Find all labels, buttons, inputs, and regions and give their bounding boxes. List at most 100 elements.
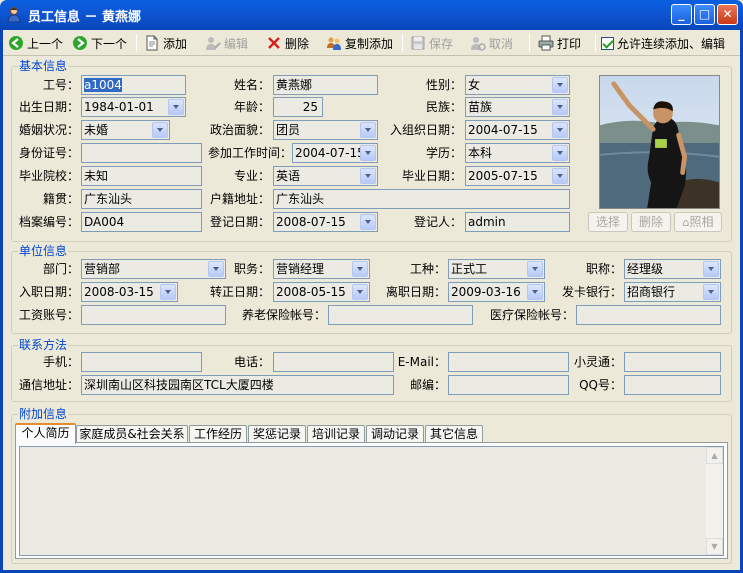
checkbox-checked-icon[interactable] xyxy=(601,36,614,50)
major-select[interactable]: 英语 xyxy=(273,166,378,186)
resume-textarea[interactable]: ▲ ▼ xyxy=(19,446,724,556)
vertical-scrollbar[interactable]: ▲ ▼ xyxy=(706,447,723,555)
prev-button[interactable]: 上一个 xyxy=(8,33,63,53)
grad-value: 2005-07-15 xyxy=(468,169,538,183)
post-select[interactable]: 营销经理 xyxy=(273,259,370,279)
chevron-down-icon[interactable] xyxy=(208,261,224,277)
chevron-down-icon[interactable] xyxy=(527,284,543,300)
cancel-button[interactable]: 取消 xyxy=(470,33,513,53)
chevron-down-icon[interactable] xyxy=(352,284,368,300)
regular-date-picker[interactable]: 2008-05-15 xyxy=(273,282,370,302)
gender-select[interactable]: 女 xyxy=(465,75,570,95)
tab-resume[interactable]: 个人简历 xyxy=(15,423,76,444)
ethnic-select[interactable]: 苗族 xyxy=(465,97,570,117)
chevron-down-icon[interactable] xyxy=(360,168,376,184)
employee-photo[interactable] xyxy=(599,75,720,209)
chevron-down-icon[interactable] xyxy=(703,261,719,277)
tab-training[interactable]: 培训记录 xyxy=(307,425,365,443)
join-org-date-picker[interactable]: 2004-07-15 xyxy=(465,120,570,140)
chevron-down-icon[interactable] xyxy=(168,99,184,115)
unit-info-title: 单位信息 xyxy=(18,244,69,258)
next-button[interactable]: 下一个 xyxy=(72,33,127,53)
email-label: E-Mail： xyxy=(397,355,446,369)
scroll-up-icon[interactable]: ▲ xyxy=(706,447,723,464)
political-select[interactable]: 团员 xyxy=(273,120,378,140)
chevron-down-icon[interactable] xyxy=(352,261,368,277)
school-field[interactable]: 未知 xyxy=(81,166,202,186)
zip-field[interactable] xyxy=(448,375,569,395)
chevron-down-icon[interactable] xyxy=(552,99,568,115)
birth-date-picker[interactable]: 1984-01-01 xyxy=(81,97,186,117)
work-start-label: 参加工作时间： xyxy=(207,146,292,160)
hukou-field[interactable]: 广东汕头 xyxy=(273,189,570,209)
tab-work-history[interactable]: 工作经历 xyxy=(189,425,247,443)
work-start-date-picker[interactable]: 2004-07-15 xyxy=(292,143,378,163)
add-button[interactable]: 添加 xyxy=(144,33,187,53)
dept-select[interactable]: 营销部 xyxy=(81,259,226,279)
edu-select[interactable]: 本科 xyxy=(465,143,570,163)
scroll-down-icon[interactable]: ▼ xyxy=(706,538,723,555)
marital-select[interactable]: 未婚 xyxy=(81,120,170,140)
tab-rewards[interactable]: 奖惩记录 xyxy=(248,425,306,443)
idcard-field[interactable] xyxy=(81,143,202,163)
chevron-down-icon[interactable] xyxy=(552,168,568,184)
arrow-left-icon xyxy=(9,36,23,50)
photo-capture-button[interactable]: ⌂照相 xyxy=(674,212,722,232)
chevron-down-icon[interactable] xyxy=(552,77,568,93)
political-value: 团员 xyxy=(276,123,301,137)
chevron-down-icon[interactable] xyxy=(360,122,376,138)
chevron-down-icon[interactable] xyxy=(360,214,376,230)
hire-date-picker[interactable]: 2008-03-15 xyxy=(81,282,178,302)
worktype-select[interactable]: 正式工 xyxy=(448,259,545,279)
bank-select[interactable]: 招商银行 xyxy=(624,282,721,302)
maximize-button[interactable]: □ xyxy=(694,4,715,25)
chevron-down-icon[interactable] xyxy=(703,284,719,300)
save-button[interactable]: 保存 xyxy=(410,33,453,53)
photo-select-button[interactable]: 选择 xyxy=(588,212,628,232)
mobile-field[interactable] xyxy=(81,352,202,372)
native-field[interactable]: 广东汕头 xyxy=(81,189,202,209)
copy-add-button[interactable]: 复制添加 xyxy=(326,33,393,53)
chevron-down-icon[interactable] xyxy=(160,284,176,300)
name-field[interactable]: 黄燕娜 xyxy=(273,75,378,95)
grad-date-picker[interactable]: 2005-07-15 xyxy=(465,166,570,186)
tab-transfer[interactable]: 调动记录 xyxy=(366,425,424,443)
edu-value: 本科 xyxy=(468,146,493,160)
salary-account-field[interactable] xyxy=(81,305,226,325)
leave-date-picker[interactable]: 2009-03-16 xyxy=(448,282,545,302)
edit-button[interactable]: 编辑 xyxy=(205,33,248,53)
tab-other[interactable]: 其它信息 xyxy=(425,425,483,443)
photo-delete-button[interactable]: 删除 xyxy=(631,212,671,232)
gender-label: 性别： xyxy=(425,78,462,92)
allow-continuous-checkbox[interactable]: 允许连续添加、编辑 xyxy=(601,33,725,53)
chevron-down-icon[interactable] xyxy=(552,145,568,161)
minimize-button[interactable]: _ xyxy=(671,4,692,25)
email-field[interactable] xyxy=(448,352,569,372)
native-label: 籍贯： xyxy=(42,192,79,206)
address-field[interactable]: 深圳南山区科技园南区TCL大厦四楼 xyxy=(81,375,394,395)
registrar-field[interactable]: admin xyxy=(465,212,570,232)
major-value: 英语 xyxy=(276,169,301,183)
chevron-down-icon[interactable] xyxy=(152,122,168,138)
qq-label: QQ号： xyxy=(579,378,622,392)
job-title-select[interactable]: 经理级 xyxy=(624,259,721,279)
chevron-down-icon[interactable] xyxy=(527,261,543,277)
delete-button[interactable]: 删除 xyxy=(266,33,309,53)
age-field[interactable]: 25 xyxy=(273,97,323,117)
tab-family[interactable]: 家庭成员&社会关系 xyxy=(76,425,188,443)
reg-date-picker[interactable]: 2008-07-15 xyxy=(273,212,378,232)
photo-capture-label: 照相 xyxy=(689,215,714,229)
print-button[interactable]: 打印 xyxy=(538,33,581,53)
chevron-down-icon[interactable] xyxy=(360,145,376,161)
emp-id-field[interactable]: a1004 xyxy=(81,75,186,95)
school-label: 毕业院校： xyxy=(18,169,79,183)
chevron-down-icon[interactable] xyxy=(552,122,568,138)
phone-field[interactable] xyxy=(273,352,394,372)
medical-field[interactable] xyxy=(576,305,721,325)
archive-field[interactable]: DA004 xyxy=(81,212,202,232)
qq-field[interactable] xyxy=(624,375,721,395)
close-button[interactable]: ✕ xyxy=(717,4,738,25)
pas-field[interactable] xyxy=(624,352,721,372)
pension-field[interactable] xyxy=(328,305,473,325)
job-title-value: 经理级 xyxy=(627,262,664,276)
